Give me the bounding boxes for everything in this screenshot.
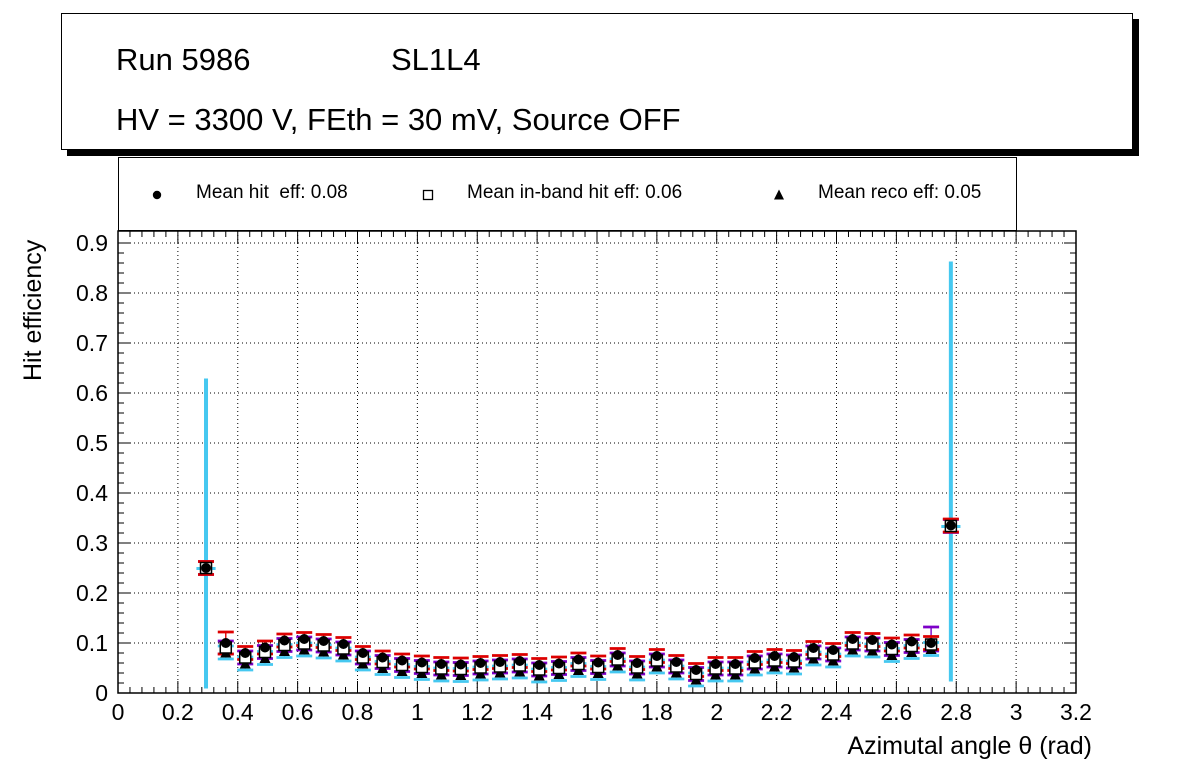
data-marker-circle bbox=[279, 635, 290, 646]
data-marker-circle bbox=[475, 658, 486, 668]
data-marker-circle bbox=[318, 636, 329, 646]
data-marker-circle bbox=[416, 657, 427, 668]
data-marker-circle bbox=[553, 658, 564, 669]
y-tick-label: 0.3 bbox=[76, 530, 108, 556]
data-marker-circle bbox=[495, 657, 506, 667]
data-marker-circle bbox=[357, 648, 368, 658]
data-marker-circle bbox=[436, 659, 447, 669]
data-marker-circle bbox=[749, 653, 760, 663]
data-marker-circle bbox=[220, 638, 231, 648]
data-marker-circle bbox=[593, 657, 604, 668]
data-marker-circle bbox=[945, 520, 956, 531]
data-marker-circle bbox=[847, 634, 858, 644]
data-marker-circle bbox=[455, 659, 466, 670]
data-marker-circle bbox=[201, 563, 212, 573]
data-marker-circle bbox=[926, 638, 937, 648]
plot-area bbox=[117, 230, 1077, 694]
data-marker-circle bbox=[240, 648, 251, 658]
data-marker-circle bbox=[808, 643, 819, 653]
data-marker-circle bbox=[377, 652, 388, 663]
x-axis-title: Azimutal angle θ (rad) bbox=[847, 732, 1092, 760]
data-marker-circle bbox=[788, 652, 799, 662]
data-marker-circle bbox=[671, 657, 682, 667]
root-canvas: Run 5986 SL1L4 HV = 3300 V, FEth = 30 mV… bbox=[0, 0, 1196, 772]
data-marker-circle bbox=[651, 651, 662, 661]
data-marker-circle bbox=[769, 651, 780, 661]
data-marker-circle bbox=[632, 658, 643, 668]
data-marker-circle bbox=[573, 654, 584, 665]
data-marker-circle bbox=[906, 636, 917, 647]
data-marker-circle bbox=[886, 639, 897, 650]
data-marker-circle bbox=[397, 655, 408, 666]
data-marker-circle bbox=[710, 659, 721, 669]
data-marker-circle bbox=[730, 659, 741, 669]
x-tick-label: 3.2 bbox=[1060, 699, 1092, 725]
data-marker-circle bbox=[514, 656, 525, 666]
y-tick-label: 0 bbox=[95, 680, 108, 706]
data-marker-circle bbox=[867, 635, 878, 645]
y-tick-label: 0.2 bbox=[76, 580, 108, 606]
data-marker-circle bbox=[338, 639, 349, 649]
y-axis-title: Hit efficiency bbox=[19, 239, 47, 381]
data-marker-circle bbox=[691, 665, 702, 675]
data-marker-circle bbox=[534, 660, 545, 670]
data-marker-circle bbox=[259, 642, 270, 653]
y-tick-label: 0.1 bbox=[76, 630, 108, 656]
data-marker-circle bbox=[612, 650, 623, 660]
y-tick-label: 0.5 bbox=[76, 430, 108, 456]
data-marker-circle bbox=[299, 634, 310, 644]
data-marker-circle bbox=[828, 645, 839, 655]
y-tick-label: 0.4 bbox=[76, 480, 108, 506]
